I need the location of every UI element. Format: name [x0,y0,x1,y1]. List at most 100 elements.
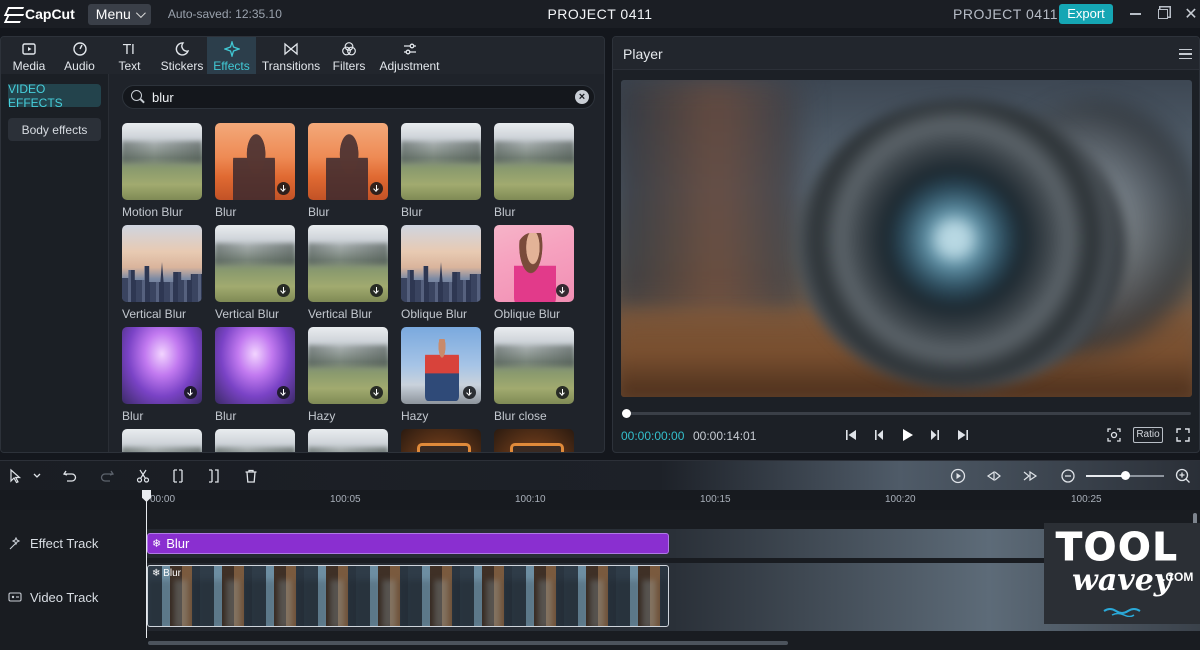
effect-card[interactable] [215,429,295,452]
download-icon[interactable] [463,284,476,297]
tab-audio[interactable]: Audio [57,37,102,74]
download-icon[interactable] [184,386,197,399]
download-icon[interactable] [370,182,383,195]
select-cursor-icon[interactable] [8,468,24,484]
tab-text[interactable]: TI Text [102,37,157,74]
effect-card[interactable] [494,429,574,452]
effect-card[interactable]: Motion Blur [122,123,202,219]
delete-icon[interactable] [243,468,259,484]
play-preview-icon[interactable] [950,468,966,484]
split-right-icon[interactable] [206,468,222,484]
effect-card[interactable]: Blur [215,327,295,423]
video-preview[interactable] [621,80,1192,397]
download-icon[interactable] [370,284,383,297]
effect-card[interactable]: Vertical Blur [308,225,388,321]
effect-card[interactable] [401,429,481,452]
close-icon[interactable]: ✕ [1183,6,1199,23]
tab-adjustment[interactable]: Adjustment [372,37,447,74]
sidebar-item-body-effects[interactable]: Body effects [8,118,101,141]
timeline-ruler[interactable]: 00:00 100:05 100:10 100:15 100:20 100:25 [0,490,1200,510]
effect-track-icon [9,536,21,549]
sidebar-item-video-effects[interactable]: VIDEO EFFECTS [8,82,101,110]
fullscreen-icon[interactable] [1175,427,1191,443]
effect-card[interactable]: Vertical Blur [215,225,295,321]
effect-card[interactable]: Oblique Blur [494,225,574,321]
minimize-icon[interactable] [1127,6,1143,22]
effect-clip-blur[interactable]: ❄ Blur [147,533,669,554]
video-clip[interactable]: ❄ Blur [147,565,669,627]
clear-search-icon[interactable]: × [575,90,589,104]
stickers-icon [175,42,190,56]
tab-media[interactable]: Media [1,37,57,74]
horizontal-scrollbar[interactable] [148,641,788,645]
effect-thumbnail [494,225,574,302]
download-icon[interactable] [277,386,290,399]
effect-thumbnail [308,123,388,200]
snap-left-icon[interactable] [986,468,1002,484]
menu-button[interactable]: Menu [87,3,151,25]
wave-icon [1103,608,1141,617]
download-icon[interactable] [556,284,569,297]
download-icon[interactable] [556,386,569,399]
tab-stickers[interactable]: Stickers [157,37,207,74]
effect-card[interactable]: Blur [122,327,202,423]
zoom-slider-handle[interactable] [1121,471,1130,480]
tab-effects[interactable]: Effects [207,37,256,74]
undo-icon[interactable] [62,468,78,484]
next-frame-icon[interactable] [927,427,943,443]
effect-card[interactable] [122,429,202,452]
tab-filters[interactable]: Filters [326,37,372,74]
watermark-suffix: .COM [1162,570,1194,584]
download-icon[interactable] [370,386,383,399]
previous-frame-icon[interactable] [871,427,887,443]
effect-label: Blur [308,205,330,219]
video-clip-label: ❄ Blur [152,568,181,579]
effect-star-icon: ❄ [152,538,162,550]
ratio-button[interactable]: Ratio [1133,427,1163,443]
effect-card[interactable]: Blur [308,123,388,219]
effect-label: Oblique Blur [494,307,561,321]
menu-label: Menu [95,6,131,22]
category-tabs: Media Audio TI Text Stickers Effects Tra… [1,37,604,74]
effect-card[interactable]: Oblique Blur [401,225,481,321]
effect-card[interactable]: Blur close [494,327,574,423]
effect-card[interactable] [308,429,388,452]
effect-card[interactable]: Hazy [401,327,481,423]
progress-handle[interactable] [622,409,631,418]
chevron-down-icon[interactable] [29,468,41,484]
project-name[interactable]: PROJECT 0411 [953,6,1058,22]
zoom-in-icon[interactable] [1175,468,1191,484]
effect-card[interactable]: Blur [401,123,481,219]
split-left-icon[interactable] [170,468,186,484]
effect-track-label: Effect Track [30,536,99,551]
search-input[interactable]: blur × [122,85,595,109]
zoom-out-icon[interactable] [1060,468,1076,484]
snapshot-icon[interactable] [1106,427,1122,443]
download-icon[interactable] [184,284,197,297]
playback-progress-bar[interactable] [622,409,1191,418]
zoom-slider[interactable] [1086,471,1164,480]
playhead[interactable] [146,493,147,638]
download-icon[interactable] [277,284,290,297]
maximize-icon[interactable] [1155,6,1171,22]
download-icon[interactable] [463,386,476,399]
effect-thumbnail [308,429,388,452]
effect-card[interactable]: Blur [215,123,295,219]
snap-right-icon[interactable] [1022,468,1038,484]
effect-card[interactable]: Hazy [308,327,388,423]
tab-transitions[interactable]: Transitions [256,37,326,74]
download-icon[interactable] [277,182,290,195]
effect-card[interactable]: Vertical Blur [122,225,202,321]
skip-to-end-icon[interactable] [955,427,971,443]
split-scissors-icon[interactable] [135,468,151,484]
effect-label: Blur [494,205,516,219]
redo-icon[interactable] [99,468,115,484]
menu-icon[interactable] [1179,49,1192,59]
export-button[interactable]: Export [1059,4,1113,24]
skip-to-start-icon[interactable] [843,427,859,443]
ruler-label: 100:10 [515,494,546,505]
play-icon[interactable] [899,427,915,443]
effect-thumbnail [122,123,202,200]
effect-label: Blur [122,409,144,423]
effect-card[interactable]: Blur [494,123,574,219]
